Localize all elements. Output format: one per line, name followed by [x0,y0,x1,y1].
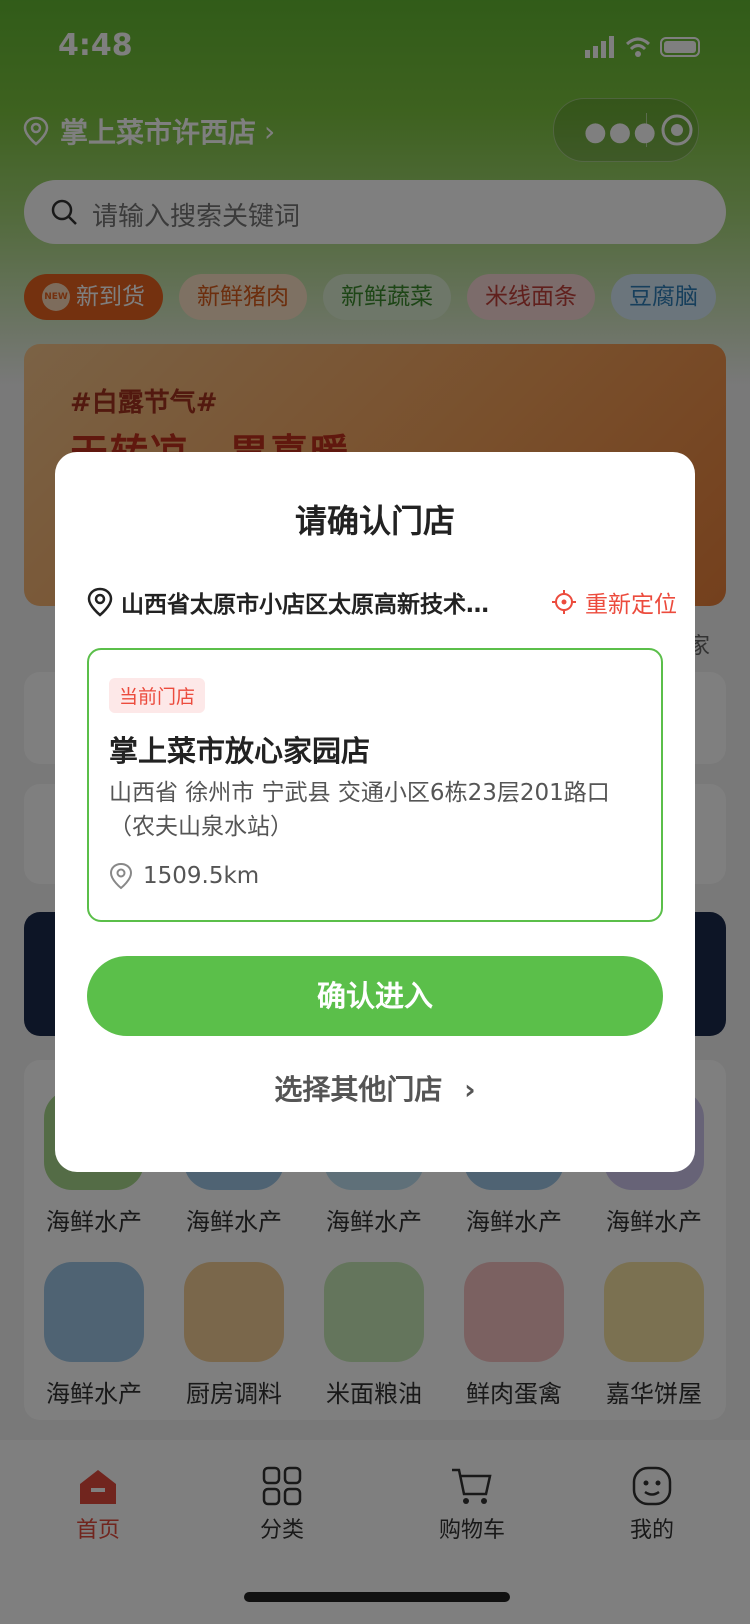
location-pin-icon [109,862,133,890]
dialog-title: 请确认门店 [294,502,455,540]
current-location-text: 山西省太原市小店区太原高新技术… [121,592,489,618]
choose-other-store-link[interactable]: 选择其他门店 › [55,1068,695,1108]
confirm-store-dialog: 请确认门店 山西省太原市小店区太原高新技术… 重新定位 当前门店 掌上菜市放心家… [55,452,695,1172]
store-address: 山西省 徐州市 宁武县 交通小区6栋23层201路口（农夫山泉水站） [109,780,610,840]
crosshair-icon [552,590,576,614]
relocate-button[interactable]: 重新定位 [551,585,677,619]
relocate-label: 重新定位 [585,592,677,618]
store-distance-row: 1509.5km [109,862,259,890]
current-location-row: 山西省太原市小店区太原高新技术… 重新定位 [87,582,677,622]
home-indicator [244,1592,510,1602]
current-store-tag: 当前门店 [109,678,206,713]
choose-other-store-label: 选择其他门店 [274,1073,443,1106]
chevron-right-icon: › [464,1073,476,1106]
current-store-card[interactable]: 当前门店 掌上菜市放心家园店 山西省 徐州市 宁武县 交通小区6栋23层201路… [87,648,663,922]
confirm-enter-button[interactable]: 确认进入 [87,956,663,1036]
location-pin-icon [87,587,113,617]
store-distance: 1509.5km [143,863,260,889]
store-name: 掌上菜市放心家园店 [109,734,371,768]
